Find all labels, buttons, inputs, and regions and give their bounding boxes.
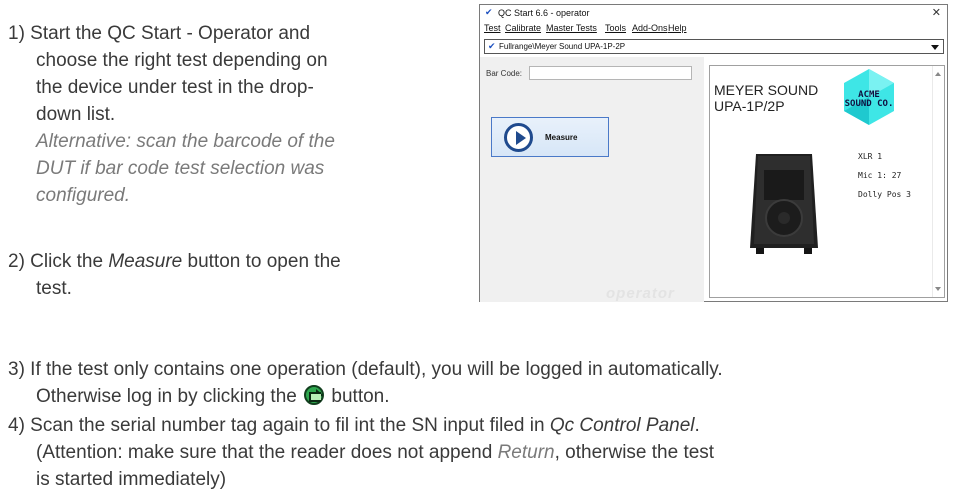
qc-start-window: ✔ QC Start 6.6 - operator ✕ Test Calibra… — [479, 4, 948, 302]
step-1-line-2: choose the right test depending on — [36, 50, 328, 71]
logo-line-2: SOUND CO. — [844, 99, 894, 109]
step-2-suffix: button to open the — [182, 251, 341, 272]
menu-calibrate[interactable]: Calibrate — [505, 23, 541, 33]
step-4-line-2-suffix: , otherwise the test — [554, 442, 715, 463]
barcode-input[interactable] — [529, 66, 692, 80]
step-3-line-2-prefix: Otherwise log in by clicking the — [36, 386, 303, 407]
step-1-paragraph: 1) Start the QC Start - Operator and cho… — [8, 20, 438, 209]
scroll-down-icon[interactable] — [935, 287, 941, 291]
step-1-alternative-line-2: DUT if bar code test selection was — [36, 158, 325, 179]
step-2-prefix: 2) Click the — [8, 251, 109, 272]
menu-bar: Test Calibrate Master Tests Tools Add-On… — [480, 21, 947, 36]
menu-tools[interactable]: Tools — [605, 23, 626, 33]
step-1-alternative-line-1: Alternative: scan the barcode of the — [36, 131, 335, 152]
device-info-panel: MEYER SOUND UPA-1P/2P ACME SOUND CO. XLR… — [709, 65, 945, 298]
step-1-line-1: 1) Start the QC Start - Operator and — [8, 23, 311, 44]
close-icon[interactable]: ✕ — [932, 6, 941, 19]
measure-button[interactable]: Measure — [491, 117, 609, 157]
step-4-return-emphasis: Return — [497, 442, 555, 463]
step-2-line-2: test. — [36, 278, 72, 299]
step-4-line-1: 4) Scan the serial number tag again to f… — [8, 412, 953, 439]
measure-button-label: Measure — [545, 133, 578, 142]
step-2-measure-emphasis: Measure — [108, 251, 183, 272]
window-titlebar: ✔ QC Start 6.6 - operator ✕ — [480, 5, 947, 21]
green-arrow-login-icon — [304, 385, 325, 405]
left-panel: Bar Code: Measure operator — [480, 57, 704, 302]
test-selection-dropdown[interactable]: ✔ Fullrange\Meyer Sound UPA-1P-2P — [484, 39, 944, 54]
step-3-line-2-suffix: button. — [326, 386, 390, 407]
step-2-line-1: 2) Click the Measure button to open the — [8, 248, 438, 275]
step-4-paragraph: 4) Scan the serial number tag again to f… — [8, 412, 953, 493]
app-checkmark-icon: ✔ — [485, 7, 493, 17]
step-2-paragraph: 2) Click the Measure button to open the … — [8, 248, 438, 302]
vertical-scrollbar[interactable] — [932, 66, 944, 297]
step-4-qc-control-panel-emphasis: Qc Control Panel — [549, 415, 695, 436]
step-1-line-3: the device under test in the drop- — [36, 77, 314, 98]
step-1-alternative-line-3: configured. — [36, 185, 131, 206]
step-4-line-2: (Attention: make sure that the reader do… — [8, 439, 953, 466]
step-4-line-1-prefix: 4) Scan the serial number tag again to f… — [8, 415, 550, 436]
menu-master-tests[interactable]: Master Tests — [546, 23, 597, 33]
barcode-label: Bar Code: — [486, 69, 523, 78]
info-mic: Mic 1: 27 — [858, 171, 902, 180]
speaker-image — [750, 154, 818, 254]
scroll-up-icon[interactable] — [935, 72, 941, 76]
menu-test[interactable]: Test — [484, 23, 501, 33]
chevron-down-icon[interactable] — [931, 45, 939, 50]
menu-help[interactable]: Help — [668, 23, 687, 33]
window-title: QC Start 6.6 - operator — [498, 8, 590, 18]
acme-sound-logo: ACME SOUND CO. — [840, 68, 898, 126]
step-3-line-2: Otherwise log in by clicking the button. — [8, 383, 953, 410]
step-4-line-1-suffix: . — [694, 415, 700, 436]
info-xlr: XLR 1 — [858, 152, 883, 161]
menu-add-ons[interactable]: Add-Ons — [632, 23, 668, 33]
selected-check-icon: ✔ — [488, 41, 496, 51]
info-dolly: Dolly Pos 3 — [858, 190, 911, 199]
operator-watermark: operator — [606, 285, 675, 302]
play-icon — [504, 123, 533, 152]
step-4-line-2-prefix: (Attention: make sure that the reader do… — [36, 442, 498, 463]
step-1-line-4: down list. — [36, 104, 116, 125]
step-3-line-1: 3) If the test only contains one operati… — [8, 359, 723, 380]
step-4-line-3: is started immediately) — [36, 469, 227, 490]
step-3-paragraph: 3) If the test only contains one operati… — [8, 356, 953, 410]
selected-test-value: Fullrange\Meyer Sound UPA-1P-2P — [499, 42, 626, 51]
